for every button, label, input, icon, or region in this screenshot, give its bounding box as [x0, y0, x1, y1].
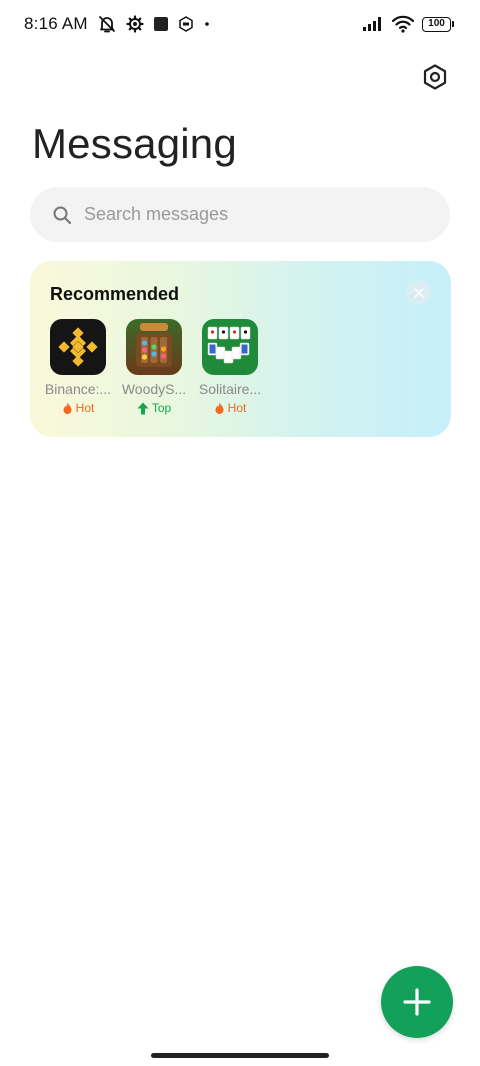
app-badge: Top	[137, 401, 171, 415]
close-icon	[414, 288, 423, 297]
hexagon-settings-icon	[423, 64, 447, 90]
page-title: Messaging	[32, 120, 237, 167]
solitaire-app-icon	[202, 319, 258, 375]
flame-icon	[215, 402, 224, 414]
app-name: WoodyS...	[121, 381, 187, 397]
status-left: 8:16 AM	[24, 14, 211, 34]
app-name: Solitaire...	[198, 381, 262, 397]
arrow-up-icon	[137, 402, 149, 414]
dot-icon	[203, 20, 211, 28]
app-name: Binance:...	[44, 381, 112, 397]
app-badge: Hot	[214, 401, 247, 415]
app-binance[interactable]: Binance:... Hot	[45, 319, 111, 415]
plus-icon	[403, 988, 431, 1016]
shield-icon	[178, 16, 194, 32]
gear-icon	[126, 15, 144, 33]
app-badge-label: Hot	[227, 401, 247, 415]
flame-icon	[63, 402, 72, 414]
recommended-title: Recommended	[50, 284, 180, 304]
search-bar[interactable]	[30, 187, 450, 242]
binance-app-icon	[50, 319, 106, 375]
app-solitaire[interactable]: Solitaire... Hot	[199, 319, 261, 415]
status-right: 100	[362, 15, 454, 33]
status-time: 8:16 AM	[24, 14, 88, 33]
app-badge-label: Top	[151, 401, 172, 415]
search-input[interactable]	[84, 204, 404, 225]
square-icon	[153, 16, 169, 32]
recommended-apps: Binance:... Hot WoodyS... Top Solitaire.…	[45, 319, 261, 415]
recommended-card: Recommended Binance:... Hot WoodyS... To…	[30, 261, 451, 437]
woody-app-icon	[126, 319, 182, 375]
signal-icon	[362, 16, 384, 32]
battery-tip	[452, 21, 454, 27]
search-icon	[53, 206, 72, 224]
messaging-screen: 8:16 AM 100 Messaging Search messages Re…	[0, 0, 480, 1066]
app-badge-label: Hot	[75, 401, 95, 415]
battery-icon: 100	[422, 16, 454, 32]
battery-level: 100	[422, 16, 451, 32]
status-bar: 8:16 AM 100	[0, 0, 480, 48]
new-message-button[interactable]	[381, 966, 453, 1038]
settings-button[interactable]	[418, 60, 452, 94]
app-woody[interactable]: WoodyS... Top	[122, 319, 186, 415]
close-recommended-button[interactable]	[406, 280, 431, 305]
wifi-icon	[392, 15, 414, 33]
app-badge: Hot	[62, 401, 95, 415]
home-indicator[interactable]	[151, 1053, 329, 1058]
muted-bell-icon	[97, 14, 117, 34]
